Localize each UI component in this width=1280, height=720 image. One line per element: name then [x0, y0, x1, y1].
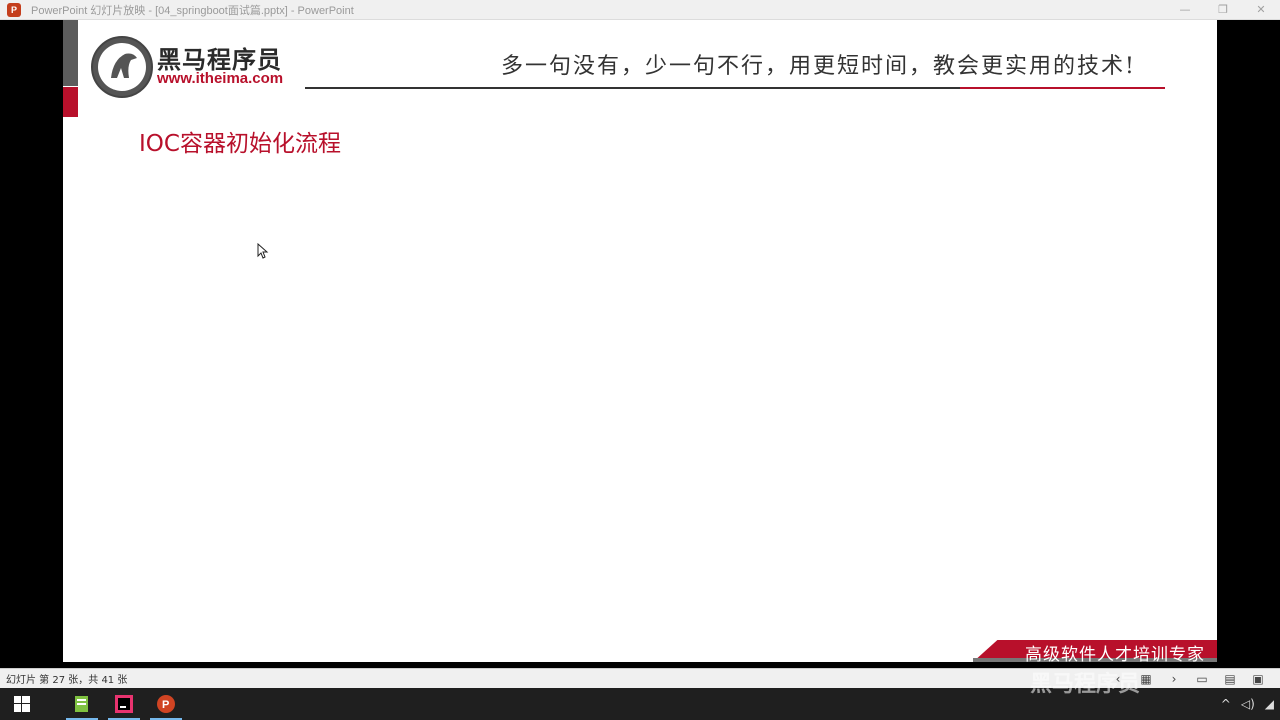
window-controls: — ❐ ✕ [1166, 0, 1280, 19]
close-button[interactable]: ✕ [1242, 0, 1280, 19]
slideshow-view-button[interactable]: ▣ [1244, 672, 1272, 686]
window-title: PowerPoint 幻灯片放映 - [04_springboot面试篇.ppt… [31, 4, 354, 17]
decor-bar-gray [63, 20, 78, 86]
window-title-bar: P PowerPoint 幻灯片放映 - [04_springboot面试篇.p… [0, 0, 1280, 20]
powerpoint-taskbar-icon: P [157, 695, 175, 713]
slide-footer-text: 高级软件人才培训专家 [1025, 645, 1205, 662]
start-button[interactable] [2, 688, 42, 720]
svg-text:P: P [162, 699, 169, 711]
decor-bar-red [63, 87, 78, 117]
taskbar-app-editor[interactable] [62, 688, 102, 720]
chevron-up-icon[interactable]: ^ [1221, 697, 1231, 711]
intellij-icon [115, 695, 133, 713]
restore-button[interactable]: ❐ [1204, 0, 1242, 19]
system-tray: ^ ◁) ◢ [1211, 688, 1274, 720]
next-slide-button[interactable]: › [1160, 672, 1188, 686]
taskbar-app-intellij[interactable] [104, 688, 144, 720]
header-divider-accent [960, 87, 1165, 89]
slide-canvas[interactable]: 黑马程序员 www.itheima.com 多一句没有，少一句不行，用更短时间，… [63, 20, 1217, 662]
taskbar-app-powerpoint[interactable]: P [146, 688, 186, 720]
minimize-button[interactable]: — [1166, 0, 1204, 19]
wifi-icon[interactable]: ◢ [1265, 697, 1274, 711]
slogan: 多一句没有，少一句不行，用更短时间，教会更实用的技术! [501, 54, 1136, 79]
logo-horse-icon [91, 36, 153, 98]
logo-url: www.itheima.com [157, 70, 284, 87]
normal-view-button[interactable]: ▭ [1188, 672, 1216, 686]
reading-view-button[interactable]: ▤ [1216, 672, 1244, 686]
windows-icon [14, 696, 30, 712]
channel-watermark: 黑马程序员 [1030, 672, 1141, 697]
mouse-cursor-icon [257, 243, 269, 259]
slide-counter: 幻灯片 第 27 张，共 41 张 [6, 675, 128, 686]
header-divider [305, 87, 965, 89]
volume-icon[interactable]: ◁) [1241, 697, 1255, 711]
slide-title: IOC容器初始化流程 [139, 131, 341, 157]
powerpoint-icon: P [7, 2, 21, 17]
notepad-icon [75, 696, 88, 712]
